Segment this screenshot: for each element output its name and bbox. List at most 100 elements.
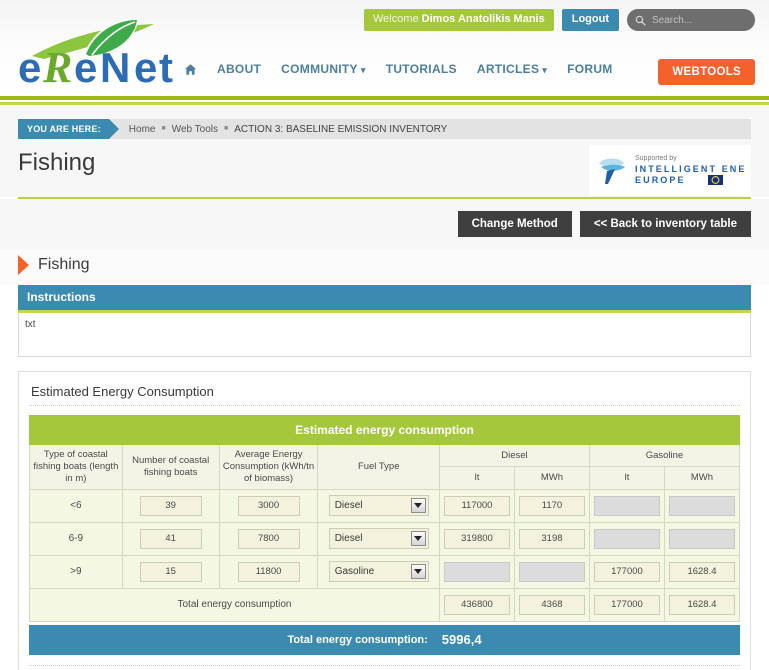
cell-gasoline-lt — [588, 488, 665, 523]
sub-header-gasoline-lt: lt — [588, 466, 665, 490]
input-avg-energy[interactable] — [237, 561, 300, 582]
cell-avg-energy — [218, 521, 319, 556]
card-title: Estimated Energy Consumption — [29, 382, 740, 406]
instructions-heading: Instructions — [18, 285, 751, 313]
back-to-inventory-button[interactable]: << Back to inventory table — [579, 211, 751, 237]
input-total-diesel-mwh — [518, 594, 585, 615]
input-gasoline-lt — [593, 528, 660, 549]
breadcrumb-flag: YOU ARE HERE: — [18, 119, 119, 139]
cell-diesel-mwh — [513, 554, 590, 589]
nav-label-community: COMMUNITY — [281, 62, 358, 76]
search-icon — [635, 15, 646, 26]
input-total-gasoline-mwh — [668, 594, 735, 615]
breadcrumb-link-home[interactable]: Home — [129, 124, 156, 135]
input-gasoline-mwh — [668, 495, 735, 516]
input-avg-energy[interactable] — [237, 495, 300, 516]
site-header: e R e N e t Welcome Dimos Anatolikis Man… — [0, 0, 769, 96]
cell-gasoline-lt — [588, 554, 665, 589]
search-box[interactable] — [627, 9, 755, 31]
breadcrumb: YOU ARE HERE: Home ■ Web Tools ■ ACTION … — [18, 119, 751, 139]
input-diesel-mwh[interactable] — [518, 495, 585, 516]
cell-gasoline-mwh — [663, 554, 741, 589]
input-gasoline-mwh[interactable] — [668, 561, 735, 582]
input-diesel-mwh — [518, 561, 585, 582]
svg-text:e: e — [18, 44, 41, 86]
fuel-type-value: Gasoline — [334, 566, 375, 578]
change-method-button[interactable]: Change Method — [457, 211, 572, 237]
welcome-label: Welcome — [372, 13, 419, 26]
cell-boat-count — [121, 554, 220, 589]
cell-fuel-type: Diesel — [317, 488, 440, 523]
main-content: Fishing Instructions txt Estimated Energ… — [0, 249, 769, 670]
cell-boat-count — [121, 488, 220, 523]
chevron-down-icon[interactable] — [410, 531, 426, 547]
total-diesel-lt — [438, 587, 515, 622]
cell-diesel-lt — [438, 488, 515, 523]
intelligent-energy-europe-logo-graphic: Supported by INTELLIGENT ENERGY EUROPE — [599, 155, 769, 185]
cell-boat-count — [121, 521, 220, 556]
input-avg-energy[interactable] — [237, 528, 300, 549]
chevron-down-icon[interactable] — [410, 498, 426, 514]
site-logo[interactable]: e R e N e t — [14, 18, 189, 86]
sub-header-diesel-mwh: MWh — [513, 466, 590, 490]
nav-item-forum[interactable]: FORUM — [567, 62, 613, 76]
total-gasoline-mwh — [663, 587, 741, 622]
input-boat-count[interactable] — [139, 495, 202, 516]
card-footer: Save — [29, 664, 740, 670]
input-boat-count[interactable] — [139, 561, 202, 582]
svg-text:R: R — [42, 43, 72, 86]
cell-boat-type: <6 — [29, 488, 123, 523]
table-row: 6-9 Diesel — [29, 521, 741, 556]
svg-text:t: t — [159, 44, 173, 86]
cell-diesel-mwh — [513, 488, 590, 523]
cell-gasoline-mwh — [663, 521, 741, 556]
nav-label-articles: ARTICLES — [476, 62, 540, 76]
input-gasoline-lt[interactable] — [593, 561, 660, 582]
iee-logo: Supported by INTELLIGENT ENERGY EUROPE — [589, 145, 769, 196]
table-banner: Estimated energy consumption — [29, 415, 740, 445]
chevron-down-icon[interactable] — [410, 564, 426, 580]
breadcrumb-items: Home ■ Web Tools ■ ACTION 3: BASELINE EM… — [109, 124, 448, 135]
cell-diesel-lt — [438, 521, 515, 556]
cell-gasoline-mwh — [663, 488, 741, 523]
welcome-badge: Welcome Dimos Anatolikis Manis — [363, 9, 554, 31]
col-header-fuel-type: Fuel Type — [317, 444, 440, 490]
nav-item-tutorials[interactable]: TUTORIALS — [386, 62, 457, 76]
svg-text:Supported by: Supported by — [635, 155, 677, 162]
page-title-zone: Fishing Supported by INTELLIGENT ENERGY … — [0, 139, 769, 197]
table-row: >9 Gasoline — [29, 554, 741, 589]
nav-item-articles[interactable]: ARTICLES ▾ — [477, 62, 547, 76]
breadcrumb-link-webtools[interactable]: Web Tools — [172, 124, 218, 135]
nav-item-about[interactable]: ABOUT — [217, 62, 261, 76]
input-diesel-lt[interactable] — [443, 528, 510, 549]
fuel-type-select[interactable]: Diesel — [328, 528, 429, 550]
total-gasoline-lt — [588, 587, 665, 622]
logout-button[interactable]: Logout — [561, 9, 619, 31]
cell-boat-type: 6-9 — [29, 521, 123, 556]
svg-text:e: e — [74, 44, 97, 86]
cell-diesel-lt — [438, 554, 515, 589]
webtools-button[interactable]: WEBTOOLS — [658, 59, 755, 85]
group-header-diesel: Diesel — [438, 443, 590, 468]
input-diesel-lt[interactable] — [443, 495, 510, 516]
table-total-row: Total energy consumption — [29, 587, 741, 622]
cell-avg-energy — [218, 488, 319, 523]
nav-item-community[interactable]: COMMUNITY ▾ — [281, 62, 366, 76]
nav-label-about: ABOUT — [217, 62, 262, 76]
main-navigation: ABOUT COMMUNITY ▾ TUTORIALS ARTICLES ▾ F… — [184, 62, 613, 76]
nav-item-home[interactable] — [184, 63, 197, 76]
group-header-gasoline: Gasoline — [588, 443, 741, 468]
breadcrumb-zone: YOU ARE HERE: Home ■ Web Tools ■ ACTION … — [0, 105, 769, 139]
input-boat-count[interactable] — [139, 528, 202, 549]
fuel-type-select[interactable]: Gasoline — [328, 561, 429, 583]
nav-label-forum: FORUM — [567, 62, 613, 76]
input-diesel-mwh[interactable] — [518, 528, 585, 549]
total-diesel-mwh — [513, 587, 590, 622]
search-input[interactable] — [652, 14, 747, 26]
cell-fuel-type: Gasoline — [317, 554, 440, 589]
fuel-type-select[interactable]: Diesel — [328, 495, 429, 517]
chevron-down-icon: ▾ — [542, 64, 548, 75]
user-topbar: Welcome Dimos Anatolikis Manis Logout — [363, 9, 755, 31]
home-icon — [184, 63, 197, 75]
breadcrumb-current: ACTION 3: BASELINE EMISSION INVENTORY — [234, 123, 448, 135]
